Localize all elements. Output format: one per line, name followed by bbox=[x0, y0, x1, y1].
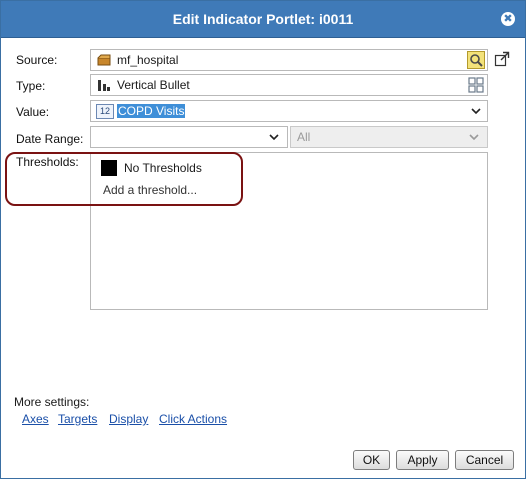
search-icon[interactable] bbox=[467, 51, 485, 69]
type-value: Vertical Bullet bbox=[117, 78, 190, 92]
cube-icon bbox=[97, 54, 111, 66]
close-icon[interactable]: ✖ bbox=[501, 12, 515, 26]
chevron-down-icon[interactable] bbox=[467, 130, 481, 144]
grid-icon[interactable] bbox=[468, 77, 484, 93]
dialog-title: Edit Indicator Portlet: i0011 bbox=[172, 11, 354, 27]
bar-chart-icon bbox=[98, 80, 110, 91]
axes-link[interactable]: Axes bbox=[22, 412, 49, 426]
title-bar[interactable]: Edit Indicator Portlet: i0011 ✖ bbox=[1, 1, 525, 38]
click-actions-link[interactable]: Click Actions bbox=[159, 412, 227, 426]
apply-button[interactable]: Apply bbox=[396, 450, 449, 470]
chevron-down-icon[interactable] bbox=[469, 104, 483, 118]
number-type-icon: 12 bbox=[96, 104, 114, 119]
more-settings-label: More settings: bbox=[14, 395, 90, 409]
date-range-secondary-value: All bbox=[297, 130, 311, 144]
type-label: Type: bbox=[16, 79, 46, 93]
source-value: mf_hospital bbox=[117, 53, 179, 67]
date-range-select[interactable] bbox=[90, 126, 288, 148]
display-link[interactable]: Display bbox=[109, 412, 148, 426]
targets-link[interactable]: Targets bbox=[58, 412, 97, 426]
edit-indicator-dialog: Edit Indicator Portlet: i0011 ✖ Source: … bbox=[0, 0, 526, 479]
external-link-icon[interactable] bbox=[494, 51, 510, 67]
value-selected-text: COPD Visits bbox=[117, 104, 186, 118]
ok-button[interactable]: OK bbox=[353, 450, 390, 470]
highlight-annotation bbox=[5, 152, 243, 206]
source-label: Source: bbox=[16, 53, 58, 67]
source-field[interactable]: mf_hospital bbox=[90, 49, 488, 71]
cancel-button[interactable]: Cancel bbox=[455, 450, 514, 470]
chevron-down-icon[interactable] bbox=[267, 130, 281, 144]
date-range-label: Date Range: bbox=[16, 132, 84, 146]
date-range-secondary-select[interactable]: All bbox=[290, 126, 488, 148]
value-text: COPD Visits bbox=[117, 104, 186, 118]
type-field[interactable]: Vertical Bullet bbox=[90, 74, 488, 96]
value-label: Value: bbox=[16, 105, 50, 119]
value-select[interactable]: 12 COPD Visits bbox=[90, 100, 488, 122]
